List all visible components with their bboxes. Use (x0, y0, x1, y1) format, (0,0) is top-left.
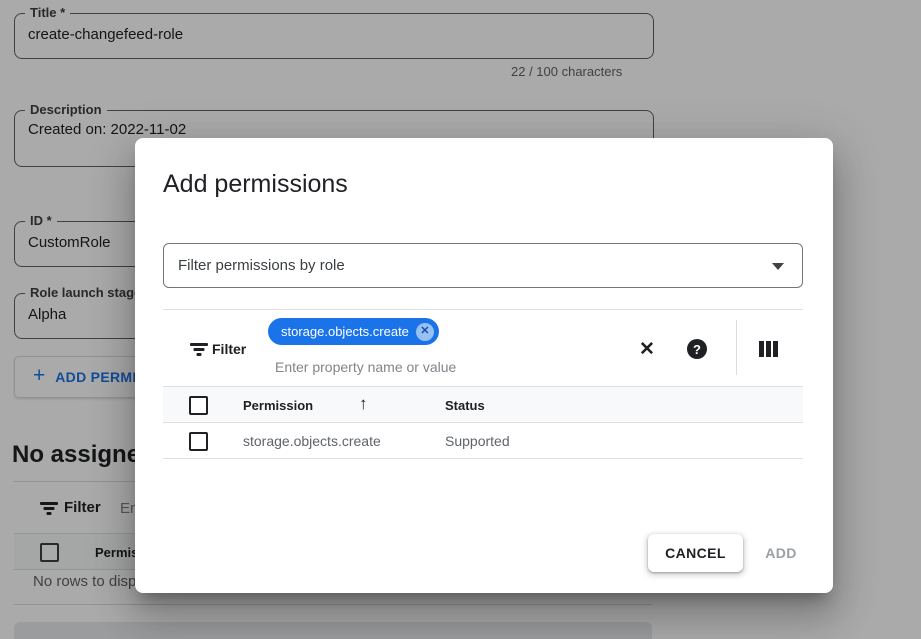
column-status[interactable]: Status (445, 398, 485, 413)
table-row[interactable]: storage.objects.create Supported (163, 423, 803, 459)
sort-ascending-icon[interactable]: ↑ (359, 394, 368, 414)
row-permission: storage.objects.create (243, 433, 381, 449)
filter-icon (190, 343, 208, 356)
select-all-checkbox[interactable] (189, 396, 208, 415)
filter-chip-label: storage.objects.create (281, 324, 409, 339)
row-status: Supported (445, 433, 510, 449)
dialog-table-header: Permission ↑ Status (163, 386, 803, 423)
filter-chip[interactable]: storage.objects.create ✕ (268, 318, 439, 345)
role-select-placeholder: Filter permissions by role (178, 257, 345, 274)
dialog-filter-label: Filter (212, 341, 246, 357)
add-permissions-dialog: Add permissions Filter permissions by ro… (135, 138, 833, 593)
filter-permissions-by-role-select[interactable]: Filter permissions by role (163, 243, 803, 288)
column-display-options-icon[interactable] (759, 341, 778, 357)
toolbar-divider (163, 309, 803, 310)
chip-close-icon[interactable]: ✕ (416, 323, 434, 341)
add-button[interactable]: ADD (741, 536, 821, 570)
cancel-button[interactable]: CANCEL (648, 534, 743, 572)
dialog-filter-input[interactable]: Enter property name or value (275, 359, 456, 375)
row-checkbox[interactable] (189, 432, 208, 451)
clear-filters-icon[interactable]: ✕ (636, 338, 658, 360)
help-icon[interactable]: ? (686, 338, 708, 360)
screen: Title * create-changefeed-role 22 / 100 … (0, 0, 921, 639)
chevron-down-icon (772, 263, 784, 270)
column-permission[interactable]: Permission (243, 398, 313, 413)
toolbar-vertical-divider (736, 320, 737, 375)
dialog-title: Add permissions (163, 170, 348, 199)
